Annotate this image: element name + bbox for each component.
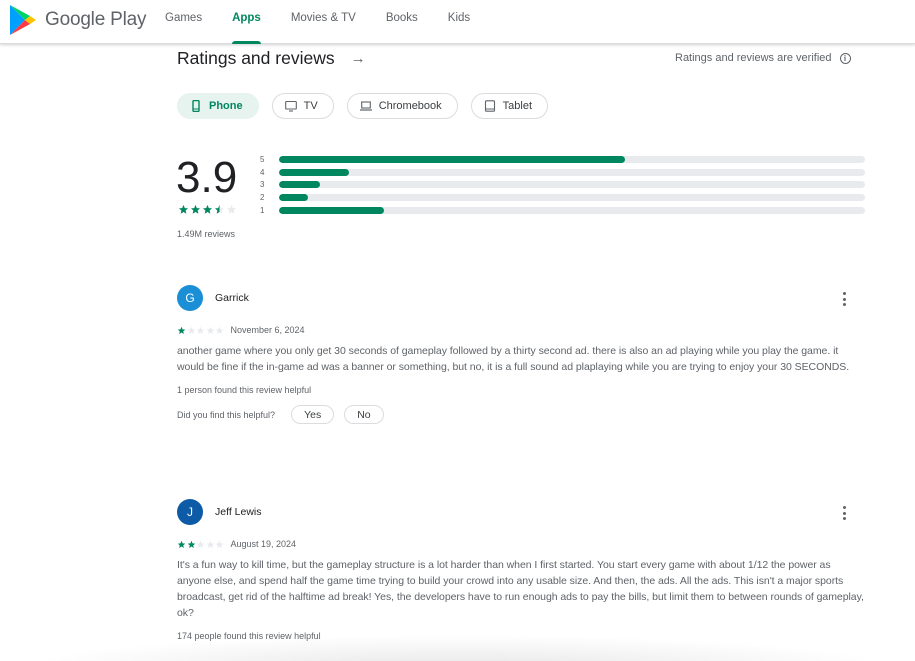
bar-label: 3 (260, 180, 265, 190)
review-header: J Jeff Lewis (177, 499, 865, 525)
review-text: It's a fun way to kill time, but the gam… (177, 559, 864, 619)
average-stars (178, 204, 238, 215)
chip-label: Chromebook (378, 100, 442, 112)
review-stars (177, 540, 225, 549)
star-icon (214, 204, 225, 214)
review-card: G Garrick November 6, 2024 another game … (177, 285, 865, 424)
bar-fill-3 (279, 181, 321, 189)
helpful-prompt: Did you find this helpful? Yes No (177, 405, 865, 424)
logo-text: Google Play (45, 9, 147, 30)
star-icon (202, 204, 213, 214)
helpful-count: 1 person found this review helpful (177, 385, 312, 395)
chip-label: Tablet (502, 100, 533, 112)
review-date: November 6, 2024 (230, 325, 305, 335)
nav-kids[interactable]: Kids (448, 0, 470, 44)
reviewer-name: Jeff Lewis (215, 506, 262, 518)
arrow-right-icon[interactable]: → (351, 50, 366, 67)
star-icon (206, 540, 214, 548)
tablet-icon (484, 100, 495, 112)
review-stars (177, 326, 225, 335)
bar-fill-1 (279, 207, 385, 215)
chip-tablet[interactable]: Tablet (470, 93, 549, 119)
star-icon (196, 326, 205, 334)
no-button[interactable]: No (344, 405, 384, 424)
rating-bar-row: 4 (260, 166, 865, 179)
chip-label: TV (303, 100, 318, 112)
avatar: J (177, 499, 203, 525)
verified-notice: Ratings and reviews are verified i (675, 52, 851, 64)
tv-icon (284, 100, 297, 112)
bar-label: 1 (260, 206, 265, 216)
star-icon (178, 204, 189, 214)
chip-tv[interactable]: TV (271, 93, 334, 119)
bar-fill-5 (279, 155, 625, 163)
section-title: Ratings and reviews (177, 48, 335, 68)
laptop-icon (359, 101, 372, 111)
review-meta: November 6, 2024 (177, 325, 865, 335)
ratings-header: Ratings and reviews → (177, 48, 366, 69)
review-text: another game where you only get 30 secon… (177, 345, 850, 373)
chip-phone[interactable]: Phone (177, 93, 259, 119)
star-icon (190, 204, 201, 214)
star-icon (177, 540, 186, 548)
more-options-icon[interactable] (837, 505, 851, 521)
rating-bar-row: 3 (260, 179, 865, 192)
top-app-bar: Google Play Games Apps Movies & TV Books… (0, 0, 915, 44)
star-icon (206, 326, 214, 334)
bar-fill-2 (279, 194, 309, 202)
review-meta: August 19, 2024 (177, 539, 865, 549)
bar-track (279, 168, 865, 176)
star-icon (177, 326, 186, 334)
bar-track (279, 194, 865, 202)
chip-label: Phone (209, 100, 243, 112)
review-card: J Jeff Lewis August 19, 2024 It's a fun … (177, 499, 865, 641)
verified-text: Ratings and reviews are verified (675, 52, 832, 64)
chip-chromebook[interactable]: Chromebook (346, 93, 458, 119)
star-icon (187, 326, 195, 334)
play-logo-icon (10, 5, 36, 35)
rating-bar-row: 2 (260, 191, 865, 204)
star-icon (226, 204, 237, 214)
nav-apps[interactable]: Apps (232, 0, 261, 44)
bar-track (279, 181, 865, 189)
review-date: August 19, 2024 (230, 539, 297, 549)
nav-movies-tv[interactable]: Movies & TV (291, 0, 356, 44)
review-count: 1.49M reviews (177, 229, 236, 239)
device-filter: Phone TV Chromebook Tablet (177, 93, 561, 119)
star-icon (215, 540, 224, 548)
yes-button[interactable]: Yes (291, 405, 335, 424)
star-icon (187, 540, 195, 548)
rating-bar-row: 5 (260, 153, 865, 166)
bar-track (279, 155, 865, 163)
bar-fill-4 (279, 168, 350, 176)
bar-label: 2 (260, 193, 265, 203)
main-nav: Games Apps Movies & TV Books Kids (165, 0, 500, 44)
star-icon (215, 326, 224, 334)
bar-label: 4 (260, 167, 265, 177)
reviewer-name: Garrick (215, 292, 249, 304)
avatar: G (177, 285, 203, 311)
helpful-question: Did you find this helpful? (177, 409, 276, 420)
rating-bar-row: 1 (260, 204, 865, 217)
more-options-icon[interactable] (837, 291, 851, 307)
bar-label: 5 (260, 154, 265, 164)
average-rating: 3.9 (176, 153, 238, 202)
review-header: G Garrick (177, 285, 865, 311)
helpful-count: 174 people found this review helpful (177, 631, 321, 641)
nav-games[interactable]: Games (165, 0, 202, 44)
rating-distribution: 5 4 3 2 1 (260, 153, 865, 217)
nav-books[interactable]: Books (386, 0, 418, 44)
phone-icon (192, 100, 200, 112)
info-icon[interactable]: i (839, 52, 851, 64)
bar-track (279, 207, 865, 215)
google-play-logo[interactable]: Google Play (8, 4, 147, 36)
star-icon (196, 540, 205, 548)
